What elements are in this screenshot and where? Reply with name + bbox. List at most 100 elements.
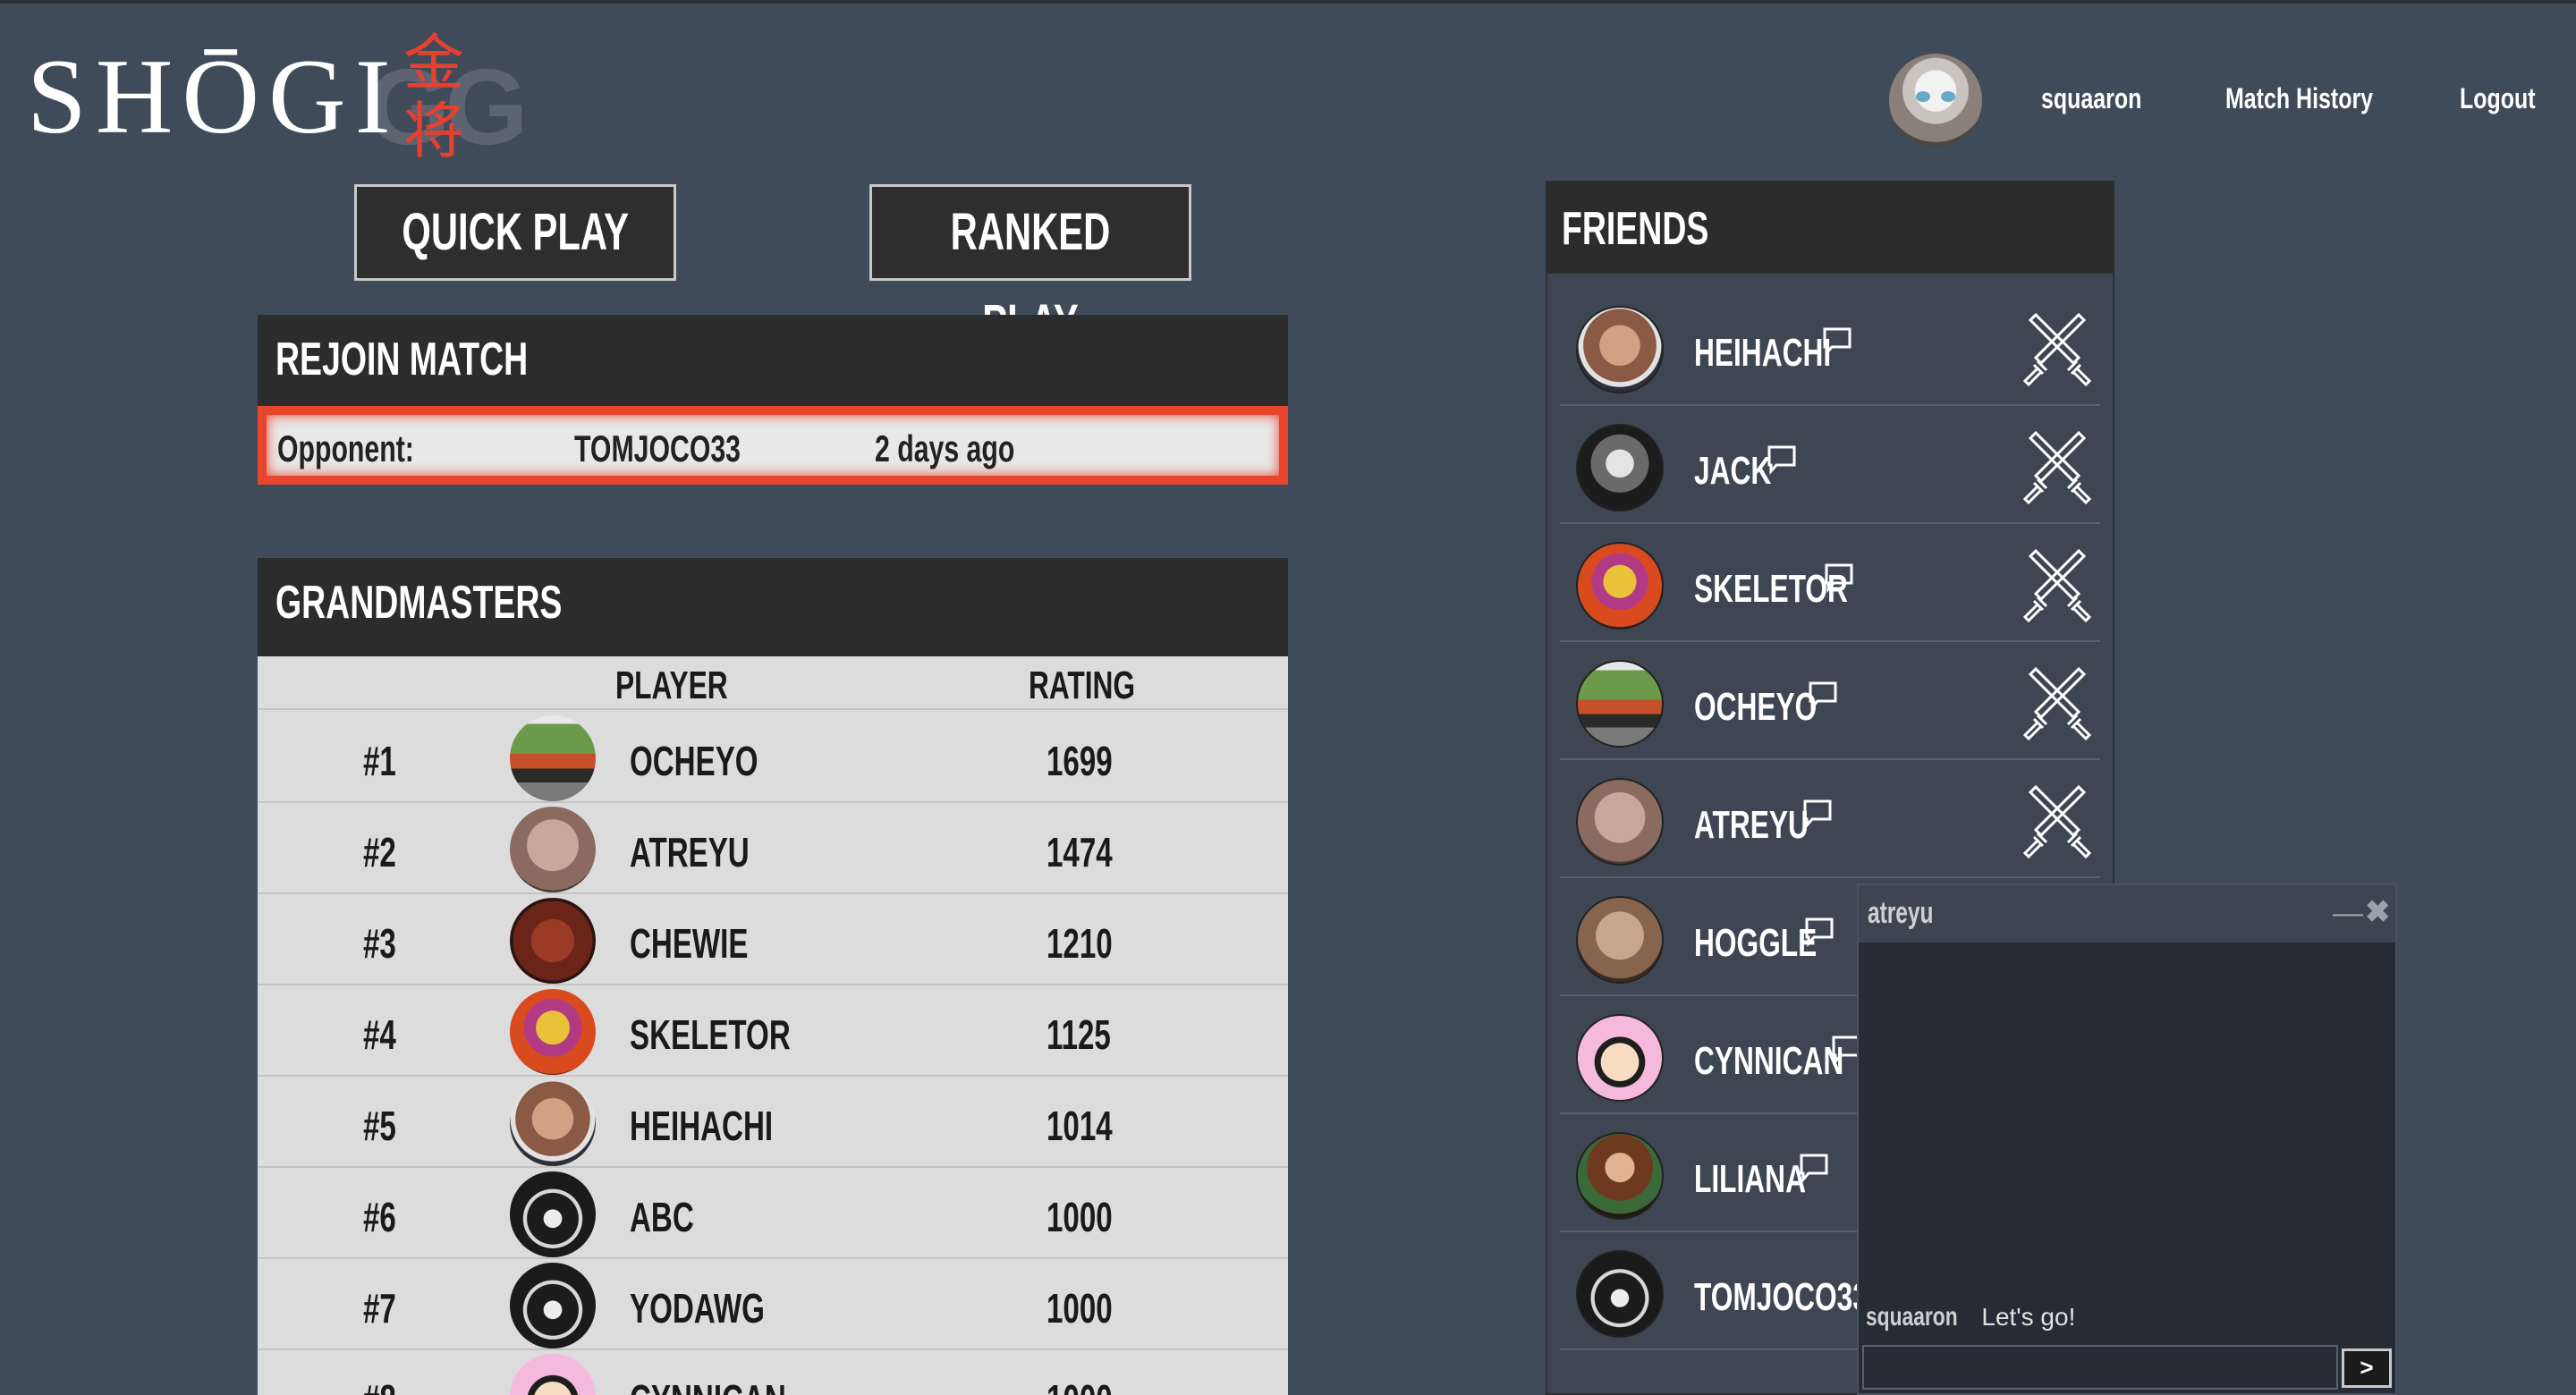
avatar (510, 715, 596, 801)
player-rating: 1000 (1046, 1194, 1113, 1240)
match-history-link[interactable]: Match History (2225, 82, 2373, 115)
grandmasters-header: GRANDMASTERS (258, 558, 1288, 656)
chat-icon[interactable] (1805, 678, 1841, 714)
player-name: CYNNICAN (630, 1375, 786, 1395)
leaderboard: PLAYER RATING #1 OCHEYO 1699 #2 ATREYU 1… (258, 656, 1288, 1395)
player-name: ABC (630, 1194, 694, 1240)
leaderboard-row[interactable]: #2 ATREYU 1474 (258, 803, 1288, 894)
chat-window: atreyu — ✖ squaaron Let's go! > (1857, 884, 2397, 1395)
chat-icon[interactable] (1801, 914, 1837, 950)
player-rating: 1000 (1046, 1285, 1113, 1332)
rank: #5 (363, 1103, 396, 1149)
logo-text: SHŌGI (27, 37, 400, 156)
avatar (1576, 778, 1664, 866)
chat-input[interactable] (1862, 1345, 2338, 1390)
rank: #3 (363, 920, 396, 967)
player-name: SKELETOR (630, 1011, 791, 1058)
close-icon[interactable]: ✖ (2365, 894, 2391, 930)
avatar (1576, 306, 1664, 393)
player-rating: 1125 (1046, 1011, 1111, 1058)
player-rating: 1474 (1046, 829, 1113, 875)
rank: #7 (363, 1285, 396, 1332)
leaderboard-row[interactable]: #4 SKELETOR 1125 (258, 985, 1288, 1077)
avatar (1576, 660, 1664, 748)
challenge-swords-icon[interactable] (2018, 547, 2097, 626)
chat-icon[interactable] (1821, 560, 1857, 596)
chat-icon[interactable] (1819, 324, 1855, 359)
ranked-play-button[interactable]: RANKED PLAY (869, 184, 1191, 352)
player-name: YODAWG (630, 1285, 765, 1332)
friend-row[interactable]: SKELETOR (1560, 524, 2100, 642)
player-rating: 1000 (1046, 1375, 1113, 1395)
challenge-swords-icon[interactable] (2018, 311, 2097, 390)
friend-name: OCHEYO (1694, 685, 1818, 729)
user-avatar[interactable] (1889, 54, 1982, 147)
avatar (510, 989, 596, 1075)
leaderboard-row[interactable]: #7 YODAWG 1000 (258, 1259, 1288, 1350)
friend-row[interactable]: OCHEYO (1560, 642, 2100, 760)
friend-name: ATREYU (1694, 803, 1809, 847)
player-rating: 1014 (1046, 1103, 1113, 1149)
challenge-swords-icon[interactable] (2018, 665, 2097, 744)
avatar (1576, 542, 1664, 630)
leaderboard-row[interactable]: #5 HEIHACHI 1014 (258, 1077, 1288, 1168)
send-button[interactable]: > (2342, 1348, 2392, 1388)
challenge-swords-icon[interactable] (2018, 783, 2097, 862)
rank: #2 (363, 829, 396, 875)
rejoin-match-header: REJOIN MATCH (258, 315, 1288, 406)
friend-name: TOMJOCO33 (1694, 1275, 1868, 1319)
player-name: OCHEYO (630, 738, 758, 784)
minimize-icon[interactable]: — (2333, 896, 2363, 931)
leaderboard-header: PLAYER RATING (258, 656, 1288, 710)
chat-header[interactable]: atreyu — ✖ (1859, 885, 2395, 943)
leaderboard-row[interactable]: #1 OCHEYO 1699 (258, 712, 1288, 803)
logo-kanji: 金将 (402, 29, 464, 167)
rank: #1 (363, 738, 396, 784)
avatar (1576, 1132, 1664, 1220)
leaderboard-row[interactable]: #3 CHEWIE 1210 (258, 894, 1288, 985)
top-border (0, 0, 2576, 4)
friend-name: HOGGLE (1694, 921, 1818, 965)
chat-message: squaaron Let's go! (1866, 1302, 2075, 1332)
friend-name: HEIHACHI (1694, 331, 1832, 375)
avatar (510, 1080, 596, 1166)
avatar (1576, 1250, 1664, 1338)
avatar (510, 807, 596, 892)
player-rating: 1210 (1046, 920, 1113, 967)
quick-play-button[interactable]: QUICK PLAY (354, 184, 676, 281)
friends-header: FRIENDS (1547, 182, 2113, 274)
message-author: squaaron (1866, 1302, 1958, 1332)
match-time: 2 days ago (875, 427, 1015, 469)
chat-title: atreyu (1868, 896, 1934, 930)
avatar (1576, 896, 1664, 984)
avatar (510, 1354, 596, 1395)
friend-name: JACK (1694, 449, 1772, 493)
chat-icon[interactable] (1764, 442, 1800, 478)
player-name: HEIHACHI (630, 1103, 774, 1149)
col-player: PLAYER (615, 664, 728, 707)
username-link[interactable]: squaaron (2041, 82, 2141, 115)
leaderboard-row[interactable]: #8 CYNNICAN 1000 (258, 1350, 1288, 1395)
challenge-swords-icon[interactable] (2018, 429, 2097, 508)
friend-row[interactable]: JACK (1560, 406, 2100, 524)
logout-link[interactable]: Logout (2460, 82, 2536, 115)
friend-name: CYNNICAN (1694, 1039, 1844, 1083)
avatar (510, 898, 596, 984)
rank: #8 (363, 1375, 396, 1395)
avatar (510, 1171, 596, 1257)
avatar (510, 1263, 596, 1348)
logo[interactable]: GG SHŌGI 金将 (27, 29, 546, 167)
player-rating: 1699 (1046, 738, 1113, 784)
friend-row[interactable]: ATREYU (1560, 760, 2100, 878)
rejoin-match-row[interactable]: Opponent: TOMJOCO33 2 days ago (258, 406, 1288, 485)
opponent-label: Opponent: (277, 427, 414, 469)
avatar (1576, 424, 1664, 512)
leaderboard-row[interactable]: #6 ABC 1000 (258, 1168, 1288, 1259)
opponent-name: TOMJOCO33 (574, 427, 741, 469)
chat-icon[interactable] (1796, 1150, 1832, 1186)
avatar (1576, 1014, 1664, 1102)
rank: #6 (363, 1194, 396, 1240)
friend-row[interactable]: HEIHACHI (1560, 288, 2100, 406)
chat-icon[interactable] (1800, 796, 1835, 832)
friend-name: LILIANA (1694, 1157, 1806, 1201)
